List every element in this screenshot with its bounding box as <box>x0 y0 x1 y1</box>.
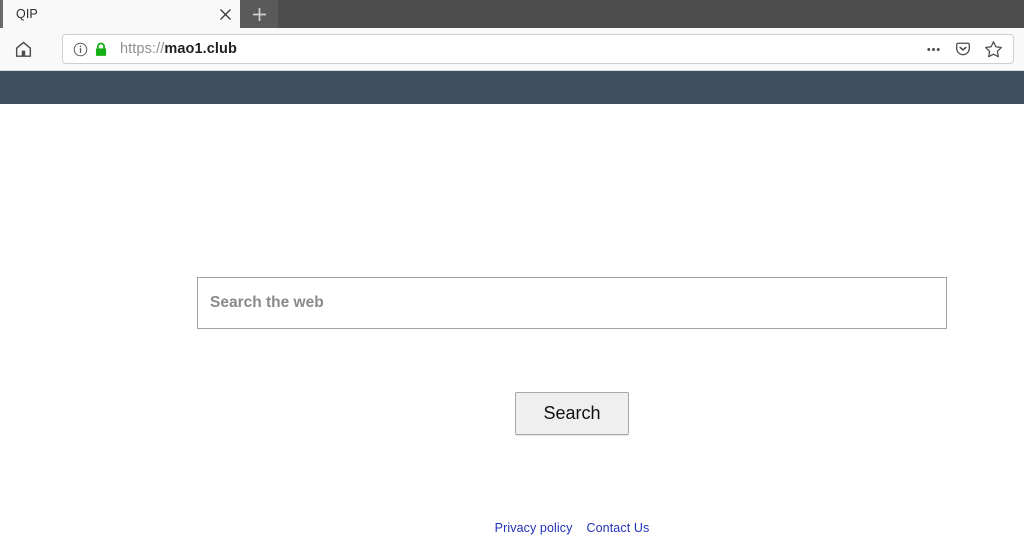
site-body: Search Privacy policy Contact Us <box>0 104 1024 556</box>
padlock-icon[interactable] <box>94 42 108 57</box>
tab-qip[interactable]: QIP <box>0 0 240 28</box>
home-icon <box>14 40 33 59</box>
page-actions-icon[interactable] <box>919 36 947 62</box>
page-content: Search Privacy policy Contact Us <box>0 71 1024 556</box>
plus-icon <box>252 7 267 22</box>
tab-strip-empty-area <box>278 0 1024 28</box>
contact-us-link[interactable]: Contact Us <box>586 521 649 535</box>
pocket-icon[interactable] <box>949 36 977 62</box>
search-input[interactable] <box>197 277 947 329</box>
search-button-row: Search <box>197 392 947 435</box>
url-text: https://mao1.club <box>120 41 237 57</box>
browser-window: QIP https://mao1.club Search the web Sea… <box>0 0 1024 556</box>
tab-title: QIP <box>16 7 38 21</box>
navigation-toolbar: https://mao1.club <box>0 28 1024 71</box>
site-header-bar <box>0 71 1024 104</box>
search-area: Search Privacy policy Contact Us <box>197 277 947 535</box>
url-bar-actions <box>919 36 1007 62</box>
bookmark-star-icon[interactable] <box>979 36 1007 62</box>
footer-links: Privacy policy Contact Us <box>197 521 947 535</box>
url-bar[interactable]: https://mao1.club <box>62 34 1014 64</box>
identity-box[interactable] <box>69 42 114 57</box>
new-tab-button[interactable] <box>240 0 278 28</box>
info-circle-icon[interactable] <box>73 42 88 57</box>
tab-strip: QIP <box>0 0 1024 28</box>
search-button[interactable]: Search <box>515 392 629 435</box>
privacy-policy-link[interactable]: Privacy policy <box>495 521 573 535</box>
close-icon[interactable] <box>210 0 240 28</box>
home-button[interactable] <box>6 32 40 66</box>
